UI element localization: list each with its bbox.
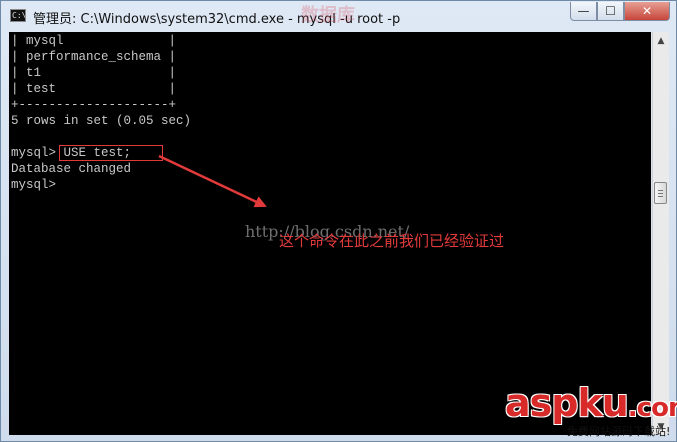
minimize-button[interactable]: — bbox=[570, 2, 597, 21]
watermark-brand: aspku.com bbox=[505, 381, 677, 425]
scroll-up-arrow-icon[interactable]: ▲ bbox=[653, 32, 669, 49]
grip-line bbox=[658, 196, 663, 197]
vertical-scrollbar[interactable]: ▲ ▼ bbox=[652, 32, 669, 435]
grip-line bbox=[658, 190, 663, 191]
watermark-subtitle: 免费网站源码下载站! bbox=[567, 425, 671, 438]
annotation-text: 这个命令在此之前我们已经验证过 bbox=[279, 232, 505, 250]
window-controls: — ☐ ✕ bbox=[570, 2, 670, 21]
title-bar[interactable]: C:\ 管理员: C:\Windows\system32\cmd.exe - m… bbox=[1, 1, 676, 31]
watermark-brand-suffix: .com bbox=[627, 393, 677, 423]
console-area[interactable]: | mysql | | performance_schema | | t1 | … bbox=[9, 32, 651, 435]
watermark-top: 数据库 bbox=[301, 5, 355, 26]
scroll-thumb[interactable] bbox=[654, 182, 667, 204]
watermark-brand-name: aspku bbox=[505, 381, 629, 425]
grip-line bbox=[658, 193, 663, 194]
cmd-icon[interactable]: C:\ bbox=[10, 9, 26, 22]
cmd-window: C:\ 管理员: C:\Windows\system32\cmd.exe - m… bbox=[0, 0, 677, 442]
maximize-button[interactable]: ☐ bbox=[597, 2, 624, 21]
close-button[interactable]: ✕ bbox=[624, 2, 670, 21]
